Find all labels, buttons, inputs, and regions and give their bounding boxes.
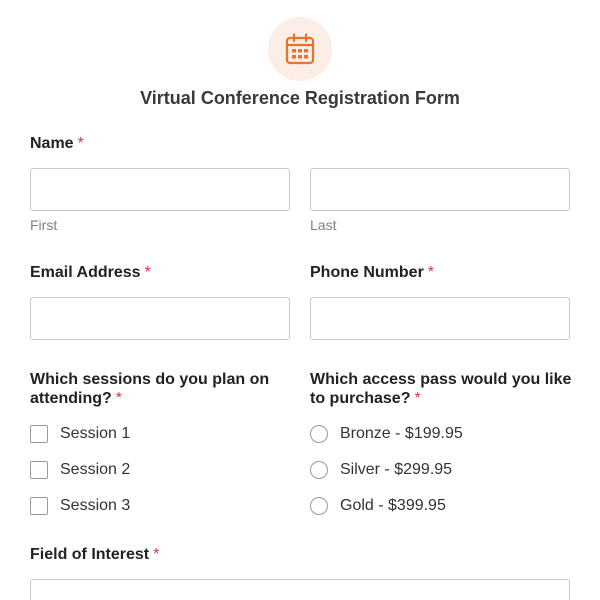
interest-label-text: Field of Interest [30,546,150,563]
email-label-text: Email Address [30,264,141,281]
session-3-label[interactable]: Session 3 [60,497,130,515]
last-name-input[interactable] [310,168,570,211]
last-sublabel: Last [310,217,337,233]
email-field[interactable] [30,297,290,340]
email-label: Email Address * [30,263,151,282]
phone-label: Phone Number * [310,263,434,282]
pass-label: Which access pass would you like to purc… [310,370,580,408]
session-1-checkbox[interactable] [30,425,48,443]
gold-pass-radio[interactable] [310,497,328,515]
required-marker: * [144,264,151,281]
sessions-label-line2: attending? [30,390,112,407]
interest-field[interactable] [30,579,570,600]
required-marker: * [414,390,421,407]
silver-pass-option[interactable]: Silver - $299.95 [310,460,452,480]
registration-form: Virtual Conference Registration Form Nam… [0,0,600,600]
required-marker: * [153,546,160,563]
session-2-checkbox[interactable] [30,461,48,479]
session-2-option[interactable]: Session 2 [30,460,130,480]
pass-label-line2: to purchase? [310,390,411,407]
silver-pass-radio[interactable] [310,461,328,479]
session-2-label[interactable]: Session 2 [60,461,130,479]
session-1-option[interactable]: Session 1 [30,424,130,444]
calendar-icon [285,33,315,65]
required-marker: * [77,135,84,152]
gold-pass-label[interactable]: Gold - $399.95 [340,497,446,515]
bronze-pass-label[interactable]: Bronze - $199.95 [340,425,463,443]
phone-field[interactable] [310,297,570,340]
pass-label-line1: Which access pass would you like [310,371,572,388]
required-marker: * [115,390,122,407]
session-3-checkbox[interactable] [30,497,48,515]
bronze-pass-radio[interactable] [310,425,328,443]
phone-label-text: Phone Number [310,264,424,281]
silver-pass-label[interactable]: Silver - $299.95 [340,461,452,479]
gold-pass-option[interactable]: Gold - $399.95 [310,496,446,516]
first-sublabel: First [30,217,58,233]
sessions-label: Which sessions do you plan on attending?… [30,370,300,408]
name-label: Name * [30,134,84,153]
first-name-input[interactable] [30,168,290,211]
interest-label: Field of Interest * [30,545,159,564]
required-marker: * [427,264,435,281]
session-3-option[interactable]: Session 3 [30,496,130,516]
bronze-pass-option[interactable]: Bronze - $199.95 [310,424,463,444]
calendar-icon-badge [268,17,332,81]
name-label-text: Name [30,135,74,152]
form-title: Virtual Conference Registration Form [140,88,460,108]
session-1-label[interactable]: Session 1 [60,425,130,443]
sessions-label-line1: Which sessions do you plan on [30,371,270,388]
